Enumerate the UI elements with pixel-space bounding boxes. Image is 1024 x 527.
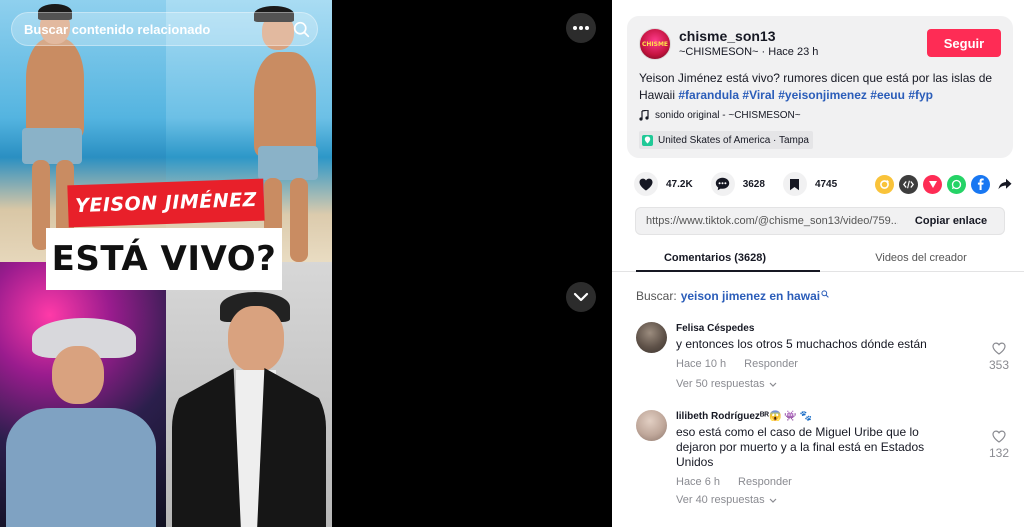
tab-creator-videos[interactable]: Videos del creador xyxy=(818,244,1024,271)
related-search-input[interactable] xyxy=(24,21,285,37)
comment-meta: Hace 10 h Responder xyxy=(676,358,966,370)
hashtag-link[interactable]: #Viral xyxy=(742,88,774,102)
author-subline: ~CHISMESON~ · Hace 23 h xyxy=(679,46,818,58)
like-count: 47.2K xyxy=(666,178,693,190)
comment-like[interactable]: 353 xyxy=(984,342,1014,372)
comment-text: y entonces los otros 5 muchachos dónde e… xyxy=(676,337,927,351)
video-title-line2: ESTÁ VIVO? xyxy=(51,239,277,279)
music-label: sonido original - ~CHISMESON~ xyxy=(655,110,801,121)
view-replies-label: Ver 40 respuestas xyxy=(676,494,765,506)
actions-row: 47.2K 3628 4745 xyxy=(634,172,1014,196)
comment-body: lilibeth Rodríguezᴮᴿ😱 👾 🐾 eso está como … xyxy=(676,410,966,506)
next-video-button[interactable] xyxy=(566,282,596,312)
video-url: https://www.tiktok.com/@chisme_son13/vid… xyxy=(646,215,898,227)
follow-button[interactable]: Seguir xyxy=(927,29,1001,57)
comment-text: eso está como el caso de Miguel Uribe qu… xyxy=(676,425,925,469)
music-note-icon xyxy=(639,110,649,121)
hashtag-link[interactable]: #yeisonjimenez xyxy=(778,88,867,102)
author-avatar[interactable]: CHISME xyxy=(639,28,671,60)
video-thumbnail[interactable]: YEISON JIMÉNEZ ESTÁ VIVO? xyxy=(0,0,332,527)
search-icon[interactable] xyxy=(285,13,317,45)
like-action[interactable]: 47.2K xyxy=(634,172,693,196)
author-username[interactable]: chisme_son13 xyxy=(679,28,776,44)
search-suggestion-query[interactable]: yeison jimenez en hawai xyxy=(681,289,820,303)
comment-like-count: 132 xyxy=(988,446,1010,460)
photo-stage-cowboy xyxy=(0,262,166,527)
copy-link-button[interactable]: Copiar enlace xyxy=(898,208,1004,234)
tab-comments[interactable]: Comentarios (3628) xyxy=(612,244,818,271)
share-arrow-icon[interactable] xyxy=(995,175,1014,194)
author-avatar-text: CHISME xyxy=(641,40,669,48)
heart-outline-icon xyxy=(992,342,1006,355)
chevron-down-icon xyxy=(769,498,777,503)
panel-tabs: Comentarios (3628) Videos del creador xyxy=(612,244,1024,272)
comment-time: Hace 6 h xyxy=(676,476,721,488)
details-panel: CHISME chisme_son13 ~CHISMESON~ · Hace 2… xyxy=(612,0,1024,527)
comment-item: lilibeth Rodríguezᴮᴿ😱 👾 🐾 eso está como … xyxy=(636,410,1014,520)
location-pin-icon xyxy=(642,134,653,146)
hashtag-link[interactable]: #farandula xyxy=(678,88,739,102)
heart-icon[interactable] xyxy=(634,172,658,196)
comment-meta: Hace 6 h Responder xyxy=(676,476,966,488)
hashtag-link[interactable]: #eeuu xyxy=(870,88,905,102)
view-replies-label: Ver 50 respuestas xyxy=(676,378,765,390)
heart-outline-icon xyxy=(992,430,1006,443)
embed-icon[interactable] xyxy=(899,174,918,194)
video-title-banner-red: YEISON JIMÉNEZ xyxy=(67,178,265,228)
commenter-avatar[interactable] xyxy=(636,410,667,441)
view-replies-button[interactable]: Ver 40 respuestas xyxy=(676,494,966,506)
facebook-icon[interactable] xyxy=(971,174,990,194)
active-tab-indicator xyxy=(636,270,820,272)
commenter-name[interactable]: Felisa Céspedes xyxy=(676,323,966,334)
comment-icon[interactable] xyxy=(710,172,735,196)
comment-like-count: 353 xyxy=(988,358,1010,372)
photo-suit xyxy=(166,262,332,527)
commenter-name[interactable]: lilibeth Rodríguezᴮᴿ😱 👾 🐾 xyxy=(676,411,966,422)
search-suggestion[interactable]: Buscar: yeison jimenez en hawai xyxy=(636,289,829,303)
bookmark-icon[interactable] xyxy=(782,172,807,196)
more-dots-icon xyxy=(573,26,589,30)
comment-time: Hace 10 h xyxy=(676,358,727,370)
reply-button[interactable]: Responder xyxy=(738,476,792,488)
music-link[interactable]: sonido original - ~CHISMESON~ xyxy=(639,110,801,121)
comment-action[interactable]: 3628 xyxy=(710,172,765,196)
comment-like[interactable]: 132 xyxy=(984,430,1014,460)
search-suggestion-label: Buscar: xyxy=(636,289,677,303)
author-separator: · xyxy=(758,46,769,58)
comment-item: Felisa Céspedes y entonces los otros 5 m… xyxy=(636,322,1014,398)
tiktok-repost-icon[interactable] xyxy=(923,174,942,194)
video-title-line1: YEISON JIMÉNEZ xyxy=(74,188,258,218)
share-icons xyxy=(875,174,1014,194)
location-label: United Skates of America · Tampa xyxy=(658,134,809,146)
copy-link-bar: https://www.tiktok.com/@chisme_son13/vid… xyxy=(635,207,1005,235)
comment-count: 3628 xyxy=(742,178,765,190)
hashtag-link[interactable]: #fyp xyxy=(908,88,933,102)
save-action[interactable]: 4745 xyxy=(782,172,838,196)
chevron-down-icon xyxy=(769,382,777,387)
chevron-down-icon xyxy=(573,292,589,302)
search-small-icon xyxy=(821,289,829,298)
reply-button[interactable]: Responder xyxy=(744,358,798,370)
comment-body: Felisa Céspedes y entonces los otros 5 m… xyxy=(676,322,966,390)
author-nickname: ~CHISMESON~ xyxy=(679,46,759,58)
post-time: Hace 23 h xyxy=(768,46,819,58)
video-player[interactable]: YEISON JIMÉNEZ ESTÁ VIVO? xyxy=(0,0,612,527)
author-card: CHISME chisme_son13 ~CHISMESON~ · Hace 2… xyxy=(627,16,1013,158)
share-circle-icon[interactable] xyxy=(875,174,894,194)
save-count: 4745 xyxy=(814,178,838,190)
view-replies-button[interactable]: Ver 50 respuestas xyxy=(676,378,966,390)
video-caption: Yeison Jiménez está vivo? rumores dicen … xyxy=(639,70,999,104)
video-title-banner-white: ESTÁ VIVO? xyxy=(46,228,282,290)
location-tag[interactable]: United Skates of America · Tampa xyxy=(639,131,813,149)
related-search-bar[interactable] xyxy=(11,12,318,46)
commenter-avatar[interactable] xyxy=(636,322,667,353)
more-options-button[interactable] xyxy=(566,13,596,43)
whatsapp-icon[interactable] xyxy=(947,174,966,194)
